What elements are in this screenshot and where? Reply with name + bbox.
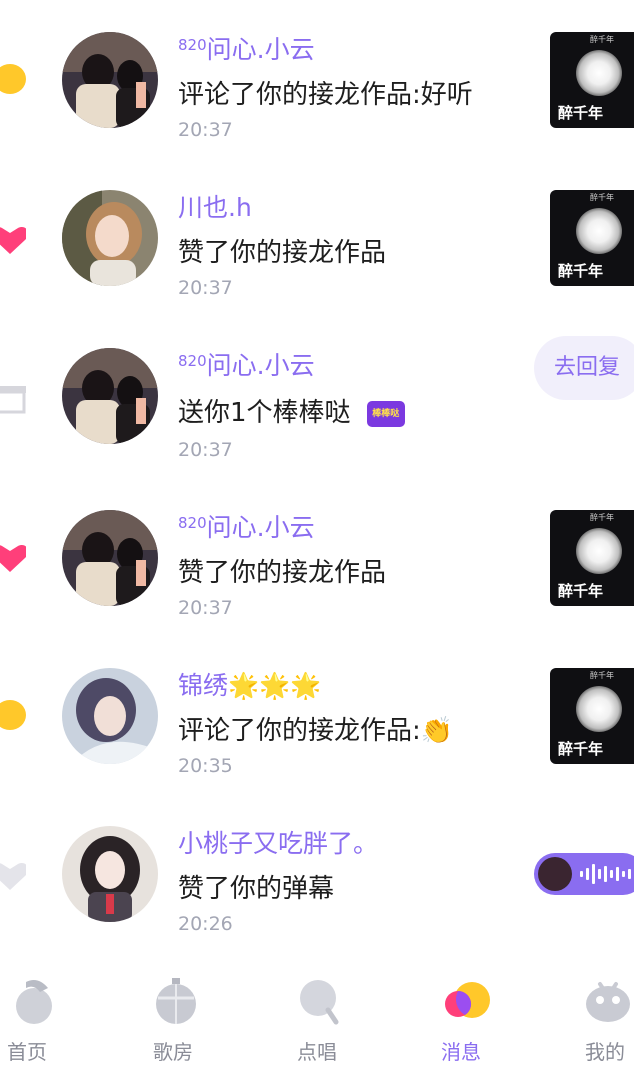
tab-home[interactable]: 首页: [0, 968, 72, 1071]
thumbnail-title: 醉千年: [558, 582, 604, 600]
avatar[interactable]: [62, 32, 158, 128]
thumbnail-title: 醉千年: [558, 740, 604, 758]
disco-ball-icon: [156, 978, 196, 1024]
tab-messages[interactable]: 消息: [416, 968, 506, 1071]
avatar[interactable]: [62, 826, 158, 922]
notification-text: 赞了你的弹幕: [178, 874, 335, 904]
avatar[interactable]: [62, 510, 158, 606]
thumbnail-title: 醉千年: [558, 262, 604, 280]
voice-avatar: [538, 857, 572, 891]
voice-play-button[interactable]: [534, 853, 634, 895]
thumbnail-title: 醉千年: [558, 104, 604, 122]
grey-heart-icon: [0, 863, 26, 890]
notification-text: 评论了你的接龙作品:好听: [178, 80, 473, 110]
notification-row[interactable]: 820问心.小云 送你1个棒棒哒 棒棒哒 20:37: [0, 316, 634, 474]
timestamp: 20:37: [178, 277, 233, 299]
work-thumbnail[interactable]: 醉千年 醉千年: [550, 190, 634, 286]
thumbnail-subtitle: 醉千年: [590, 35, 614, 44]
avatar[interactable]: [62, 190, 158, 286]
work-thumbnail[interactable]: 醉千年 醉千年: [550, 510, 634, 606]
thumbnail-subtitle: 醉千年: [590, 671, 614, 680]
thumbnail-subtitle: 醉千年: [590, 513, 614, 522]
avatar[interactable]: [62, 348, 158, 444]
notification-row[interactable]: 820问心.小云 赞了你的接龙作品 20:37 醉千年 醉千年: [0, 478, 634, 636]
work-thumbnail[interactable]: 醉千年 醉千年: [550, 32, 634, 128]
username[interactable]: 川也.h: [178, 188, 252, 224]
avatar[interactable]: [62, 668, 158, 764]
reply-button[interactable]: 去回复: [534, 336, 634, 400]
tab-request-song[interactable]: 点唱: [272, 968, 362, 1071]
timestamp: 20:26: [178, 913, 233, 935]
notification-row[interactable]: 锦绣🌟🌟🌟 评论了你的接龙作品:👏 20:35 醉千年 醉千年: [0, 636, 634, 794]
tab-label: 我的: [585, 1040, 625, 1064]
soundwave-icon: [580, 864, 631, 884]
work-thumbnail[interactable]: 醉千年 醉千年: [550, 668, 634, 764]
username[interactable]: 锦绣🌟🌟🌟: [178, 666, 321, 702]
username[interactable]: 820问心.小云: [178, 346, 315, 382]
heart-icon: [0, 227, 26, 254]
tab-song-room[interactable]: 歌房: [128, 968, 218, 1071]
tab-label: 点唱: [297, 1040, 337, 1064]
notification-row[interactable]: 川也.h 赞了你的接龙作品 20:37 醉千年 醉千年: [0, 158, 634, 316]
disc-icon: [576, 50, 622, 96]
timestamp: 20:37: [178, 439, 233, 461]
yellow-comment-icon: [0, 64, 26, 94]
notification-text: 赞了你的接龙作品: [178, 558, 387, 588]
tab-me[interactable]: 我的: [560, 968, 634, 1071]
notification-text: 送你1个棒棒哒 棒棒哒: [178, 392, 405, 429]
timestamp: 20:37: [178, 119, 233, 141]
heart-icon: [0, 545, 26, 572]
disc-icon: [576, 528, 622, 574]
microphone-icon: [300, 980, 339, 1025]
disc-icon: [576, 208, 622, 254]
timestamp: 20:35: [178, 755, 233, 777]
gift-icon: [0, 386, 26, 414]
home-icon: [16, 980, 52, 1024]
tab-label: 消息: [441, 1040, 481, 1064]
disc-icon: [576, 686, 622, 732]
username[interactable]: 820问心.小云: [178, 508, 315, 544]
gift-badge-icon: 棒棒哒: [366, 400, 405, 427]
notification-text: 赞了你的接龙作品: [178, 238, 387, 268]
timestamp: 20:37: [178, 597, 233, 619]
message-bubbles-icon: [445, 982, 490, 1018]
username[interactable]: 小桃子又吃胖了。: [178, 824, 378, 860]
bottom-tab-bar: 首页 歌房 点唱 消息 我的: [0, 968, 634, 1071]
yellow-comment-icon: [0, 700, 26, 730]
notification-row[interactable]: 820问心.小云 评论了你的接龙作品:好听 20:37 醉千年 醉千年: [0, 0, 634, 158]
username[interactable]: 820问心.小云: [178, 30, 315, 66]
tab-label: 首页: [7, 1040, 47, 1064]
profile-icon: [586, 982, 630, 1022]
notification-text: 评论了你的接龙作品:👏: [178, 716, 454, 746]
tab-label: 歌房: [153, 1040, 193, 1064]
thumbnail-subtitle: 醉千年: [590, 193, 614, 202]
